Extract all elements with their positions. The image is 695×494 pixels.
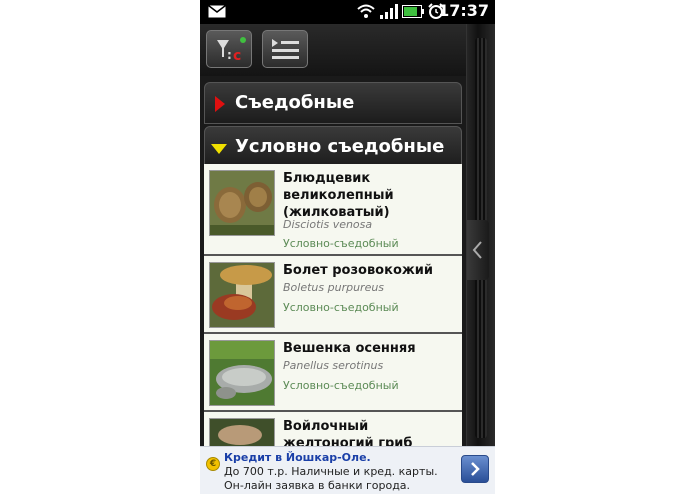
ad-banner[interactable]: € Кредит в Йошкар-Оле. До 700 т.р. Налич… — [200, 446, 495, 494]
ad-go-button[interactable] — [461, 455, 489, 483]
item-latin-name: Boletus purpureus — [283, 281, 385, 294]
svg-text::: : — [227, 48, 232, 62]
list-item[interactable]: Войлочный желтоногий гриб — [204, 412, 462, 446]
chevron-left-icon — [472, 241, 482, 259]
filter-button[interactable]: : c — [206, 30, 252, 68]
expanded-arrow-icon — [211, 144, 227, 154]
group-label: Условно съедобные — [235, 136, 445, 157]
item-name: Вешенка осенняя — [283, 341, 416, 356]
ad-title[interactable]: Кредит в Йошкар-Оле. — [224, 451, 371, 464]
svg-text:c: c — [233, 48, 241, 64]
mushroom-photo — [209, 418, 275, 446]
item-status: Условно-съедобный — [283, 379, 399, 392]
toolbar: : c — [200, 24, 495, 76]
mail-icon — [208, 5, 226, 18]
status-bar: 17:37 — [200, 0, 495, 24]
list-item[interactable]: Болет розовокожий Boletus purpureus Усло… — [204, 256, 462, 334]
item-name: Блюдцевик великолепный (жилковатый) — [283, 171, 394, 220]
filter-icon: : c — [217, 37, 246, 64]
signal-icon — [380, 4, 398, 19]
side-panel-handle[interactable] — [467, 220, 489, 280]
group-edible[interactable]: Съедобные — [204, 82, 462, 124]
item-latin-name: Panellus serotinus — [283, 359, 384, 372]
mushroom-photo — [209, 262, 275, 328]
list-item[interactable]: Блюдцевик великолепный (жилковатый) Disc… — [204, 164, 462, 256]
mushroom-list: Съедобные Условно съедобные Блюдцевик ве… — [204, 78, 462, 446]
list-item[interactable]: Вешенка осенняя Panellus serotinus Услов… — [204, 334, 462, 412]
list-sort-icon — [272, 39, 299, 59]
item-name: Войлочный желтоногий гриб — [283, 419, 413, 446]
ad-text: До 700 т.р. Наличные и кред. карты. Он-л… — [224, 465, 438, 492]
mushroom-photo — [209, 170, 275, 236]
item-name: Болет розовокожий — [283, 263, 434, 278]
battery-icon — [402, 5, 424, 18]
chevron-right-icon — [471, 462, 480, 476]
item-status: Условно-съедобный — [283, 237, 399, 250]
wifi-icon — [357, 4, 375, 18]
item-status: Условно-съедобный — [283, 301, 399, 314]
group-conditionally-edible[interactable]: Условно съедобные — [204, 126, 462, 168]
mushroom-photo — [209, 340, 275, 406]
list-sort-button[interactable] — [262, 30, 308, 68]
item-latin-name: Disciotis venosa — [283, 218, 373, 231]
collapsed-arrow-icon — [215, 96, 225, 112]
group-label: Съедобные — [235, 92, 355, 113]
side-scroll-rail[interactable] — [466, 24, 495, 446]
coin-icon: € — [206, 457, 220, 471]
status-time: 17:37 — [438, 1, 489, 20]
phone-screen: 17:37 : c Съедобные Условно съедобные Бл… — [200, 0, 495, 494]
